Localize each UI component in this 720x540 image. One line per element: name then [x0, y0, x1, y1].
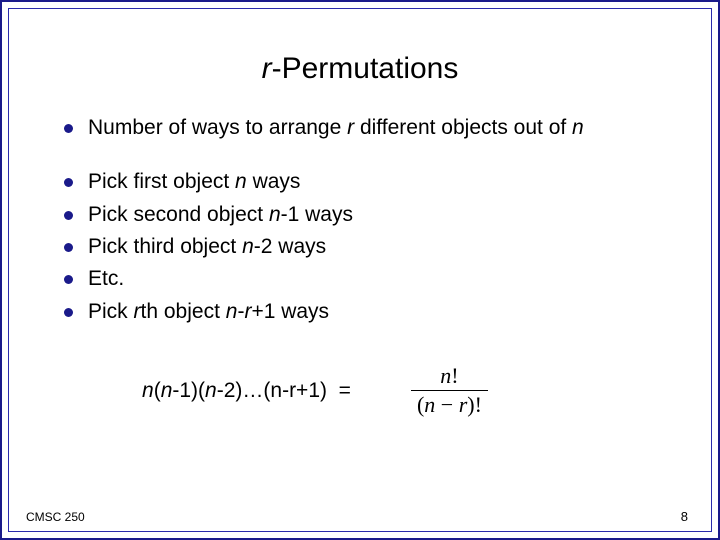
text: ways [247, 170, 301, 193]
footer-course: CMSC 250 [26, 510, 85, 524]
list-item: Pick first object n ways [64, 168, 678, 196]
fraction-bar [411, 390, 488, 391]
spacer [42, 146, 678, 168]
bullet-list: Pick first object n ways Pick second obj… [42, 168, 678, 326]
text: -1)( [172, 379, 205, 402]
text: Pick first object [88, 170, 235, 193]
title-italic: r [262, 52, 272, 85]
text: ! [451, 363, 458, 388]
var-n: n [142, 379, 154, 402]
bullet-list: Number of ways to arrange r different ob… [42, 114, 678, 142]
slide-frame: r-Permutations Number of ways to arrange… [0, 0, 720, 540]
text: ( [154, 379, 161, 402]
text: +1 ways [251, 300, 329, 323]
title-rest: -Permutations [272, 52, 459, 85]
fraction-numerator: n! [434, 364, 464, 388]
text: Pick [88, 300, 134, 323]
formula-row: n(n-1)(n-2)…(n-r+1) = n! (n − r)! [142, 364, 678, 417]
var-n: n [572, 116, 584, 139]
var-n: n [440, 363, 451, 388]
list-item: Pick rth object n-r+1 ways [64, 298, 678, 326]
list-item: Pick second object n-1 ways [64, 201, 678, 229]
text: Pick second object [88, 203, 269, 226]
text: Number of ways to arrange [88, 116, 347, 139]
footer-page-number: 8 [681, 509, 688, 524]
text: Etc. [88, 267, 124, 290]
var-r: r [134, 300, 141, 323]
text: -2 ways [254, 235, 326, 258]
text: )! [467, 392, 482, 417]
text: -1 ways [281, 203, 353, 226]
text: th object [141, 300, 226, 323]
text: − [435, 392, 458, 417]
slide-title: r-Permutations [42, 52, 678, 86]
var-n: n [161, 379, 173, 402]
var-n: n [205, 379, 217, 402]
var-n: n [242, 235, 254, 258]
var-n: n [269, 203, 281, 226]
text: Pick third object [88, 235, 242, 258]
var-r: r [459, 392, 468, 417]
var-n: n [226, 300, 238, 323]
list-item: Number of ways to arrange r different ob… [64, 114, 678, 142]
list-item: Etc. [64, 265, 678, 293]
list-item: Pick third object n-2 ways [64, 233, 678, 261]
fraction-denominator: (n − r)! [411, 393, 488, 417]
formula-left: n(n-1)(n-2)…(n-r+1) = [142, 379, 351, 403]
text: different objects out of [354, 116, 572, 139]
var-n: n [235, 170, 247, 193]
text: -2)…(n-r+1) = [217, 379, 351, 402]
fraction: n! (n − r)! [411, 364, 488, 417]
var-n: n [424, 392, 435, 417]
